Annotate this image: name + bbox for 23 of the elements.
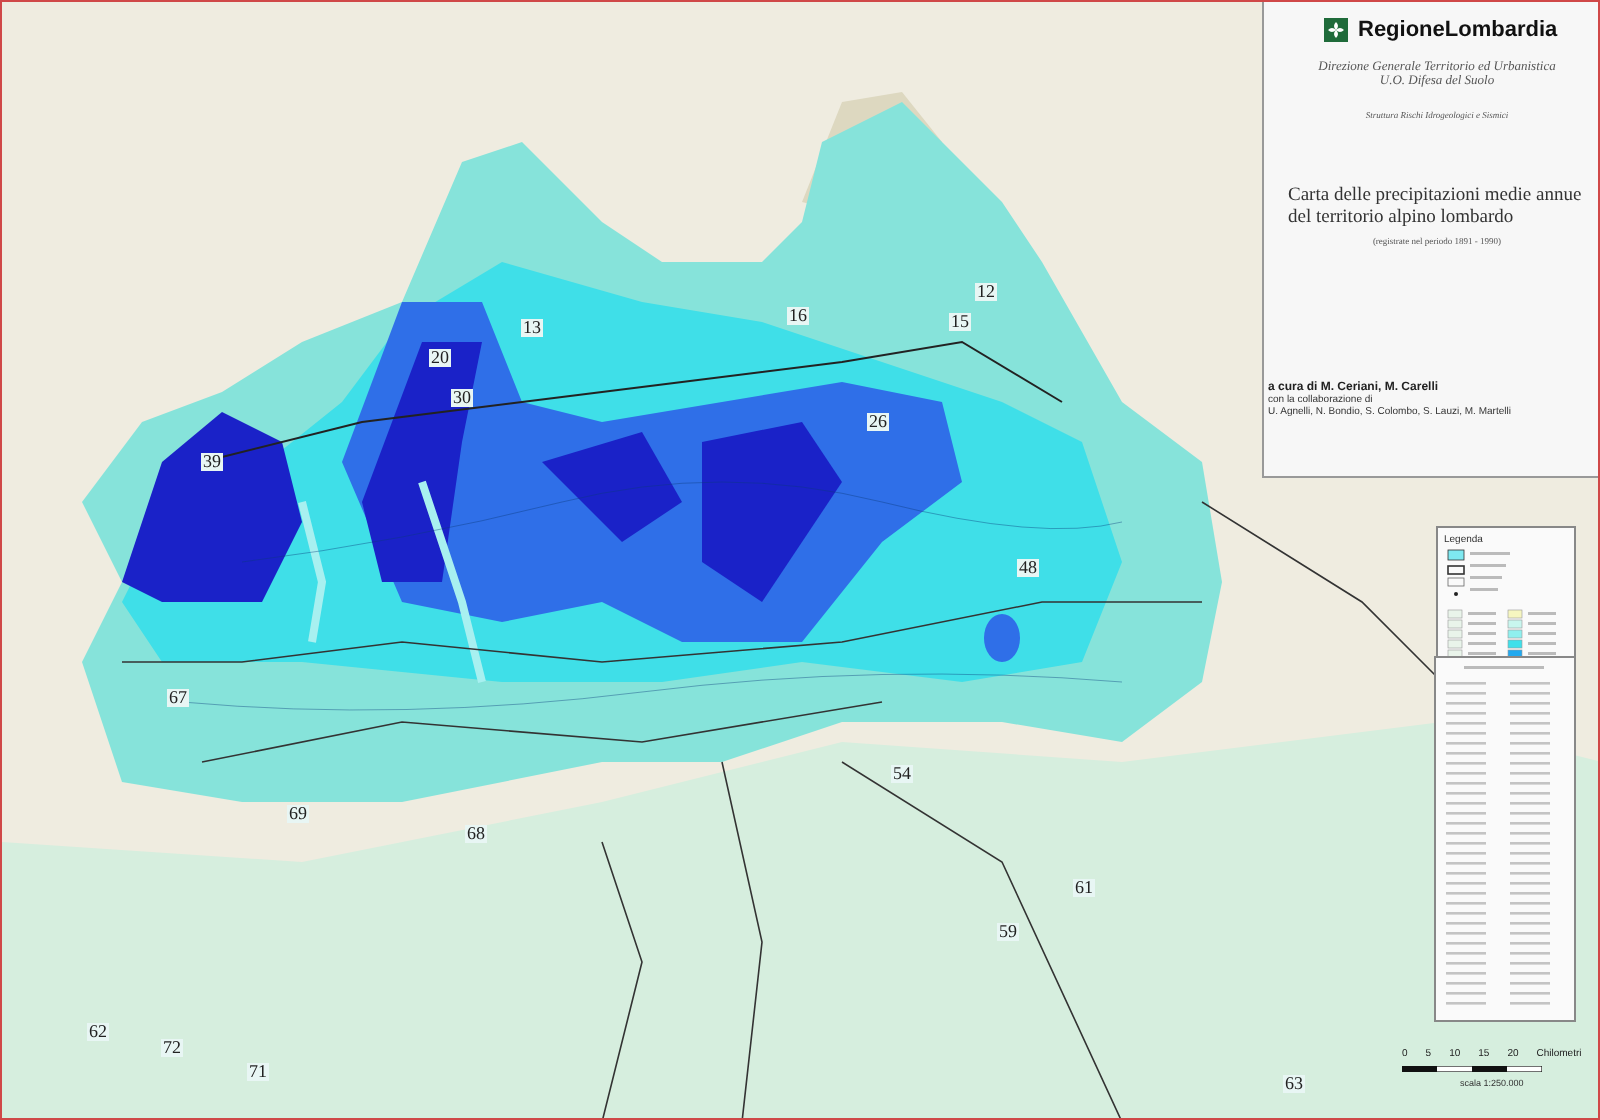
map-label: 12 bbox=[975, 283, 997, 301]
map-label: 63 bbox=[1283, 1075, 1305, 1093]
map-title: Carta delle precipitazioni medie annue del territorio alpino lombardo bbox=[1288, 186, 1584, 230]
map-label: 20 bbox=[429, 349, 451, 367]
map-label: 62 bbox=[87, 1023, 109, 1041]
map-label: 61 bbox=[1073, 879, 1095, 897]
logo-icon bbox=[1324, 18, 1348, 42]
map-label: 54 bbox=[891, 765, 913, 783]
map-label: 69 bbox=[287, 805, 309, 823]
map-label: 13 bbox=[521, 319, 543, 337]
map-label: 26 bbox=[867, 413, 889, 431]
scale-bar-drawing bbox=[1402, 1066, 1542, 1072]
map-label: 15 bbox=[949, 313, 971, 331]
map-label: 72 bbox=[161, 1039, 183, 1057]
map-label: 30 bbox=[451, 389, 473, 407]
map-label: 48 bbox=[1017, 559, 1039, 577]
logo-text: RegioneLombardia bbox=[1358, 18, 1558, 42]
map-label: 71 bbox=[247, 1063, 269, 1081]
map-label: 67 bbox=[167, 689, 189, 707]
map-label: 59 bbox=[997, 923, 1019, 941]
map-label: 68 bbox=[465, 825, 487, 843]
map-label: 39 bbox=[201, 453, 223, 471]
map-label: 16 bbox=[787, 307, 809, 325]
